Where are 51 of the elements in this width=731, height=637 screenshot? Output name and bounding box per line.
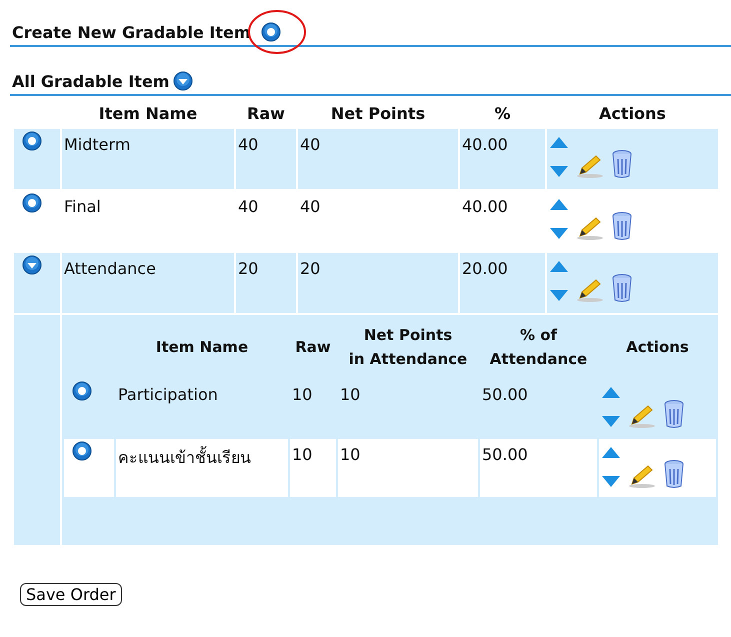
table-cell: 10: [290, 439, 336, 497]
trash-icon[interactable]: [611, 273, 633, 303]
table-cell: คะแนนเข้าชั้นเรียน: [116, 439, 288, 497]
expand-icon[interactable]: [22, 131, 42, 151]
move-down-icon[interactable]: [549, 165, 569, 179]
move-up-icon[interactable]: [549, 259, 569, 273]
column-header: Actions: [598, 103, 667, 125]
collapse-icon[interactable]: [22, 255, 42, 275]
column-header: Net Points: [330, 103, 426, 125]
table-cell: Midterm: [62, 129, 234, 189]
move-down-icon[interactable]: [549, 289, 569, 303]
move-up-icon[interactable]: [601, 385, 621, 399]
trash-icon[interactable]: [663, 399, 685, 429]
table-cell: 10: [338, 439, 478, 497]
move-up-icon[interactable]: [601, 445, 621, 459]
move-down-icon[interactable]: [549, 227, 569, 241]
move-up-icon[interactable]: [549, 135, 569, 149]
pencil-icon[interactable]: [575, 277, 605, 303]
trash-icon[interactable]: [611, 211, 633, 241]
table-cell: 20: [298, 253, 458, 313]
table-cell: 40.00: [460, 129, 545, 189]
expand-icon[interactable]: [260, 22, 280, 42]
pencil-icon[interactable]: [575, 153, 605, 179]
expand-icon[interactable]: [72, 381, 92, 401]
move-down-icon[interactable]: [601, 475, 621, 489]
move-up-icon[interactable]: [549, 197, 569, 211]
table-cell: 50.00: [480, 439, 597, 497]
pencil-icon[interactable]: [627, 403, 657, 429]
collapse-icon[interactable]: [173, 71, 194, 91]
column-header: Raw: [246, 103, 286, 125]
column-header: Net Points in Attendance: [348, 325, 468, 370]
table-cell: 20: [236, 253, 296, 313]
column-header: Item Name: [98, 103, 198, 125]
expand-icon[interactable]: [72, 441, 92, 461]
table-cell: 40: [236, 129, 296, 189]
table-cell: 20.00: [460, 253, 545, 313]
column-header: Raw: [294, 337, 332, 358]
table-cell: 40: [298, 129, 458, 189]
pencil-icon[interactable]: [575, 215, 605, 241]
column-header: % of Attendance: [488, 325, 588, 370]
column-header: Actions: [625, 337, 690, 358]
column-header: Item Name: [154, 337, 250, 358]
table-cell: Attendance: [62, 253, 234, 313]
expand-icon[interactable]: [22, 193, 42, 213]
trash-icon[interactable]: [611, 149, 633, 179]
save-order-button[interactable]: Save Order: [20, 583, 122, 606]
move-down-icon[interactable]: [601, 415, 621, 429]
column-header: %: [493, 103, 512, 125]
trash-icon[interactable]: [663, 459, 685, 489]
section-title: All Gradable Item: [12, 72, 170, 90]
pencil-icon[interactable]: [627, 463, 657, 489]
